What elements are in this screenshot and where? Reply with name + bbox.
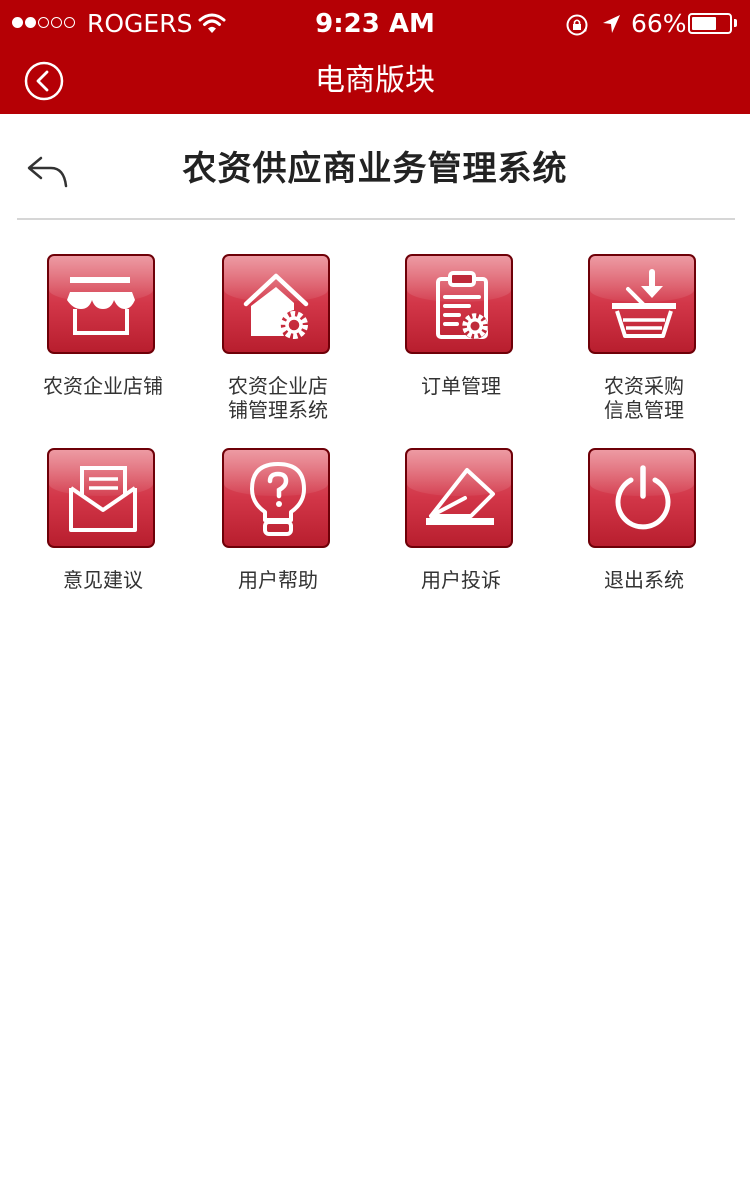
menu-label-line: 信息管理 (604, 398, 684, 422)
menu-label-line: 农资企业店铺 (43, 374, 163, 398)
house-gear-icon (243, 273, 309, 339)
menu-tile[interactable] (588, 448, 696, 548)
page-header: 农资供应商业务管理系统 (0, 114, 750, 220)
clipboard-gear-icon (436, 271, 488, 339)
menu-label: 农资企业店铺 (13, 374, 193, 398)
status-bar: ROGERS 9:23 AM 66% (0, 0, 750, 48)
menu-label: 订单管理 (371, 374, 551, 398)
menu-tile[interactable] (222, 254, 330, 354)
menu-label: 农资企业店 铺管理系统 (188, 374, 368, 422)
top-bar: ROGERS 9:23 AM 66% 电商版块 (0, 0, 750, 114)
menu-tile[interactable] (405, 448, 513, 548)
basket-download-icon (612, 269, 676, 338)
storefront-icon (67, 277, 135, 335)
nav-bar: 电商版块 (0, 48, 750, 114)
menu-label-line: 农资采购 (604, 374, 684, 398)
lightbulb-question-icon (250, 462, 306, 536)
menu-label-line: 农资企业店 (228, 374, 328, 398)
menu-label-line: 用户帮助 (238, 568, 318, 592)
menu-tile[interactable] (222, 448, 330, 548)
menu-tile[interactable] (47, 448, 155, 548)
menu-tile[interactable] (588, 254, 696, 354)
menu-label-line: 订单管理 (421, 374, 501, 398)
menu-label: 意见建议 (13, 568, 193, 592)
battery-nub (734, 19, 737, 27)
menu-label-line: 退出系统 (604, 568, 684, 592)
menu-tile[interactable] (47, 254, 155, 354)
eraser-icon (426, 468, 495, 525)
battery-level-fill (692, 17, 716, 30)
menu-label: 用户投诉 (371, 568, 551, 592)
menu-tile[interactable] (405, 254, 513, 354)
menu-label: 用户帮助 (188, 568, 368, 592)
menu-label-line: 铺管理系统 (228, 398, 328, 422)
menu-label-line: 用户投诉 (421, 568, 501, 592)
battery-percent: 66% (631, 9, 687, 38)
menu-label-line: 意见建议 (63, 568, 143, 592)
location-arrow-icon (603, 15, 620, 33)
open-envelope-icon (69, 466, 137, 532)
header-divider (17, 218, 735, 220)
menu-label: 农资采购 信息管理 (554, 374, 734, 422)
nav-title: 电商版块 (315, 63, 435, 98)
rotation-lock-icon (566, 14, 588, 36)
menu-label: 退出系统 (554, 568, 734, 592)
page-title: 农资供应商业务管理系统 (182, 149, 568, 189)
power-icon (615, 465, 671, 530)
battery-icon (688, 13, 732, 34)
